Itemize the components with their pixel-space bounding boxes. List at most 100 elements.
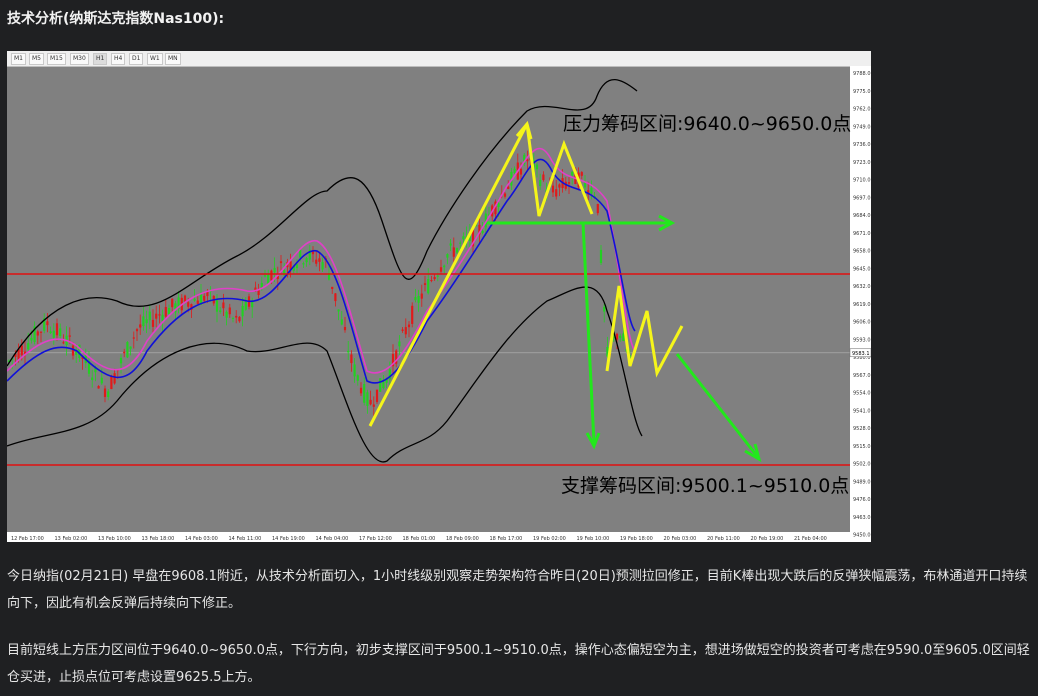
candle-body (145, 319, 148, 324)
resistance-zone-label: 压力筹码区间:9640.0~9650.0点 (563, 113, 851, 135)
candle-body (427, 279, 430, 294)
candle-body (411, 305, 414, 324)
candle-body (382, 381, 385, 389)
candle-body (567, 182, 571, 184)
candle-body (436, 275, 439, 277)
candle-body (347, 350, 350, 353)
candle-body (571, 171, 574, 176)
chart-plot: 9788.0 9775.0 9762.0 9749.0 9736.0 9723.0 9710… (7, 66, 871, 542)
candle-body (148, 311, 151, 321)
price-axis-label: 9554.0 (853, 391, 871, 397)
price-axis-label: 9723.0 (853, 160, 871, 166)
candle-body (372, 404, 375, 407)
candle-body (331, 286, 334, 290)
candle-body (183, 295, 187, 302)
bollinger-lower-band (7, 286, 643, 463)
time-axis-label: 19 Feb 02:00 (533, 536, 566, 542)
candle-body (443, 265, 446, 268)
candle-body (126, 342, 129, 358)
candle-body (59, 328, 62, 337)
candle-body (321, 262, 324, 270)
candle-body (161, 314, 164, 321)
candle-body (363, 384, 366, 403)
candle-body (164, 306, 167, 317)
candle-body (129, 346, 132, 349)
price-axis-label: 9541.0 (853, 408, 871, 414)
time-axis-label: 14 Feb 11:00 (229, 536, 262, 542)
time-axis-label: 18 Feb 09:00 (446, 536, 479, 542)
candle-body (295, 264, 299, 269)
candle-body (599, 249, 603, 264)
price-axis-label: 9463.0 (853, 515, 871, 521)
candle-body (167, 307, 171, 315)
candle-body (27, 343, 30, 350)
candle-body (241, 305, 244, 317)
candle-body (36, 331, 39, 336)
candle-body (551, 185, 555, 193)
candle-body (433, 277, 436, 280)
candle-body (39, 331, 43, 333)
candle-body (622, 333, 625, 341)
candle-body (20, 345, 23, 356)
price-axis-label: 9619.0 (853, 302, 871, 308)
time-axis-label: 21 Feb 04:00 (794, 536, 827, 542)
candle-body (459, 242, 462, 244)
candle-body (439, 267, 443, 272)
price-axis-label: 9749.0 (853, 124, 871, 130)
time-axis-label: 18 Feb 17:00 (490, 536, 523, 542)
candle-body (590, 187, 593, 194)
candle-body (231, 317, 235, 319)
candle-body (267, 274, 270, 285)
candle-body (302, 263, 305, 265)
current-price-tag-label: 9583.1 (852, 351, 870, 357)
candle-body (187, 302, 190, 307)
time-axis-label: 19 Feb 18:00 (620, 536, 653, 542)
candle-body (135, 329, 139, 332)
candle-body (68, 335, 71, 337)
price-axis-label: 9762.0 (853, 107, 871, 113)
candle-body (318, 258, 321, 262)
candle-body (615, 333, 619, 340)
candle-body (142, 316, 145, 327)
candle-body (356, 375, 359, 381)
candle-body (222, 302, 225, 309)
candle-body (193, 298, 196, 301)
candle-body (353, 364, 356, 377)
time-axis-label: 19 Feb 10:00 (577, 536, 610, 542)
candle-body (49, 331, 52, 334)
price-axis-label: 9775.0 (853, 89, 871, 95)
analysis-paragraph-2: 目前短线上方压力区间位于9640.0~9650.0点，下行方向，初步支撑区间于9… (7, 643, 1030, 685)
candle-body (103, 388, 107, 397)
candle-body (398, 341, 401, 347)
candle-body (596, 203, 599, 214)
candle-body (414, 297, 417, 301)
price-axis-label: 9567.0 (853, 373, 871, 379)
candle-body (155, 313, 158, 319)
price-axis-label: 9489.0 (853, 479, 871, 485)
candle-body (404, 327, 407, 335)
time-axis-label: 13 Feb 10:00 (98, 536, 131, 542)
candle-body (555, 189, 558, 197)
candle-body (119, 357, 123, 364)
price-axis-label: 9684.0 (853, 213, 871, 219)
candle-body (52, 330, 55, 338)
time-axis-label: 13 Feb 02:00 (55, 536, 88, 542)
candle-body (263, 275, 267, 277)
price-axis-label: 9736.0 (853, 142, 871, 148)
time-axis-label: 13 Feb 18:00 (142, 536, 175, 542)
candle-body (107, 391, 110, 398)
candle-body (375, 389, 379, 403)
candle-body (151, 319, 155, 327)
green-drop-arrow (581, 222, 596, 444)
green-forecast-arrow (675, 353, 759, 457)
candle-body (350, 354, 353, 364)
candle-body (542, 174, 545, 181)
candle-body (359, 387, 363, 394)
price-chart: M1 M5 M15 M30 H1 H4 D1 W1 MN 9788.0 9775.0 9762.0 9… (7, 51, 871, 542)
candle-body (481, 230, 484, 233)
candle-body (513, 168, 516, 173)
candle-body (113, 373, 116, 384)
candle-body (446, 254, 449, 258)
candle-body (535, 164, 539, 170)
candle-body (100, 377, 103, 384)
